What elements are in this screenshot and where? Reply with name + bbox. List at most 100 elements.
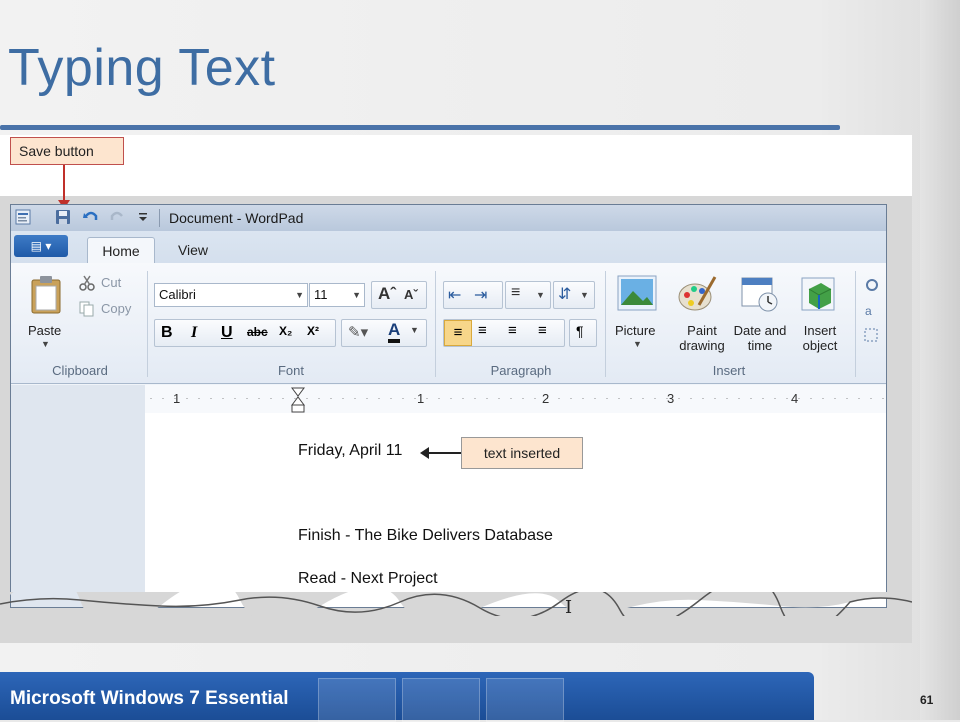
group-separator [605, 271, 606, 377]
subscript-button[interactable]: X₂ [279, 324, 292, 338]
grow-font-icon: Aˆ [378, 284, 396, 303]
font-family-select[interactable]: Calibri ▼ [154, 283, 308, 307]
chevron-down-icon: ▼ [580, 290, 589, 300]
highlight-color-icon[interactable]: ✎▾ [348, 323, 368, 341]
paint-drawing-button[interactable]: Paint drawing [677, 323, 727, 353]
footer-decoration-tile [486, 678, 564, 722]
application-menu-button[interactable]: ▤ ▾ [14, 235, 68, 257]
insert-object-button[interactable]: Insert object [797, 323, 843, 353]
insert-object-label-2: object [802, 338, 838, 353]
slide-title: Typing Text [8, 39, 276, 97]
menu-icon: ▤ ▾ [30, 239, 52, 253]
svg-text:a: a [865, 304, 872, 318]
strikethrough-button[interactable]: abc [247, 325, 268, 339]
editing-group-icons[interactable]: a [863, 277, 881, 347]
group-separator [855, 271, 856, 377]
picture-dropdown-icon[interactable]: ▼ [633, 339, 642, 349]
align-center-icon[interactable]: ≡ [478, 322, 487, 339]
title-bar: Document - WordPad [11, 205, 886, 231]
ruler-ticks [145, 397, 886, 399]
slide-page-number: 61 [920, 693, 934, 707]
text-inserted-callout: text inserted [461, 437, 583, 469]
date-time-button[interactable]: Date and time [727, 323, 793, 353]
paste-dropdown-icon[interactable]: ▼ [41, 339, 50, 349]
paste-button[interactable]: Paste [28, 323, 61, 338]
chevron-down-icon[interactable]: ▼ [410, 325, 419, 335]
redo-icon[interactable] [109, 209, 125, 225]
indent-marker-icon[interactable] [291, 387, 305, 413]
underline-button[interactable]: U [221, 324, 233, 342]
document-line: Friday, April 11 [298, 442, 403, 459]
calendar-clock-icon [741, 277, 778, 312]
group-separator [147, 271, 148, 377]
tab-view[interactable]: View [171, 237, 215, 263]
align-right-icon[interactable]: ≡ [508, 322, 517, 339]
font-group-label: Font [277, 363, 304, 378]
paragraph-icon: ¶ [576, 323, 584, 339]
document-line: Read - Next Project [298, 570, 438, 587]
undo-icon[interactable] [83, 209, 99, 225]
paint-drawing-label-1: Paint [687, 323, 717, 338]
text-callout-arrow-head [420, 447, 429, 459]
align-left-icon[interactable]: ≡ [444, 320, 472, 346]
date-time-label-1: Date and [733, 323, 787, 338]
window-title: Document - WordPad [169, 210, 304, 226]
copy-icon [79, 301, 94, 317]
font-format-buttons: B I U abc X₂ X² [154, 319, 336, 347]
ribbon-home: Paste ▼ Cut Copy Clipboard Calibri ▼ 11 ▼ … [11, 263, 886, 384]
color-buttons: ✎▾ A ▼ [341, 319, 427, 347]
save-icon[interactable] [55, 209, 71, 225]
document-line: Finish - The Bike Delivers Database [298, 527, 553, 544]
torn-edge [0, 592, 912, 616]
insert-group-label: Insert [712, 363, 746, 378]
increase-indent-icon: ⇥ [474, 287, 488, 304]
superscript-button[interactable]: X² [307, 324, 319, 338]
line-spacing-button[interactable]: ⇵ ▼ [553, 281, 595, 309]
paragraph-dialog-button[interactable]: ¶ [569, 319, 597, 347]
wordpad-window: Document - WordPad ▤ ▾ Home View Paste ▼… [10, 204, 887, 608]
italic-button[interactable]: I [191, 324, 197, 342]
text-cursor-icon: I [565, 597, 573, 618]
insert-object-label-1: Insert [803, 323, 837, 338]
slide-right-shade [920, 0, 960, 720]
copy-button[interactable]: Copy [101, 301, 131, 316]
tab-home[interactable]: Home [87, 237, 155, 264]
cut-icon [79, 275, 95, 291]
picture-icon [617, 275, 657, 311]
bullet-list-icon: ≡ [511, 284, 521, 301]
date-time-label-2: time [747, 338, 773, 353]
save-button-callout: Save button [10, 137, 124, 165]
bold-button[interactable]: B [161, 324, 173, 342]
title-underline [0, 125, 840, 130]
title-separator [159, 209, 160, 227]
indent-buttons[interactable]: ⇤ ⇥ [443, 281, 503, 309]
ruler-number: 4 [791, 391, 799, 406]
ribbon-tab-bar: ▤ ▾ Home View [11, 231, 886, 264]
justify-icon[interactable]: ≡ [538, 322, 547, 339]
text-callout-arrow-line [428, 452, 462, 454]
font-size-value: 11 [314, 287, 328, 302]
clipboard-group-label: Clipboard [52, 363, 108, 378]
text-color-icon[interactable]: A [388, 321, 401, 343]
grow-shrink-font-buttons[interactable]: Aˆ Aˇ [371, 281, 427, 309]
footer-decoration-tile [402, 678, 480, 722]
decrease-indent-icon: ⇤ [448, 287, 462, 304]
customize-qat-icon[interactable] [135, 209, 151, 225]
font-size-select[interactable]: 11 ▼ [309, 283, 365, 307]
left-margin-area [11, 385, 145, 607]
insert-object-icon [801, 277, 835, 311]
ruler[interactable]: 1 1 2 3 4 [145, 385, 886, 414]
ruler-number: 3 [667, 391, 675, 406]
ruler-number: 1 [417, 391, 425, 406]
paragraph-group-label: Paragraph [490, 363, 552, 378]
ruler-number: 1 [173, 391, 181, 406]
paste-icon [31, 276, 61, 314]
picture-button[interactable]: Picture [615, 323, 655, 338]
shrink-font-icon: Aˇ [404, 287, 418, 302]
chevron-down-icon: ▼ [295, 290, 304, 300]
group-separator [435, 271, 436, 377]
footer-decoration-tile [318, 678, 396, 722]
ruler-number: 2 [542, 391, 550, 406]
list-button[interactable]: ≡ ▼ [505, 281, 551, 309]
cut-button[interactable]: Cut [101, 275, 121, 290]
